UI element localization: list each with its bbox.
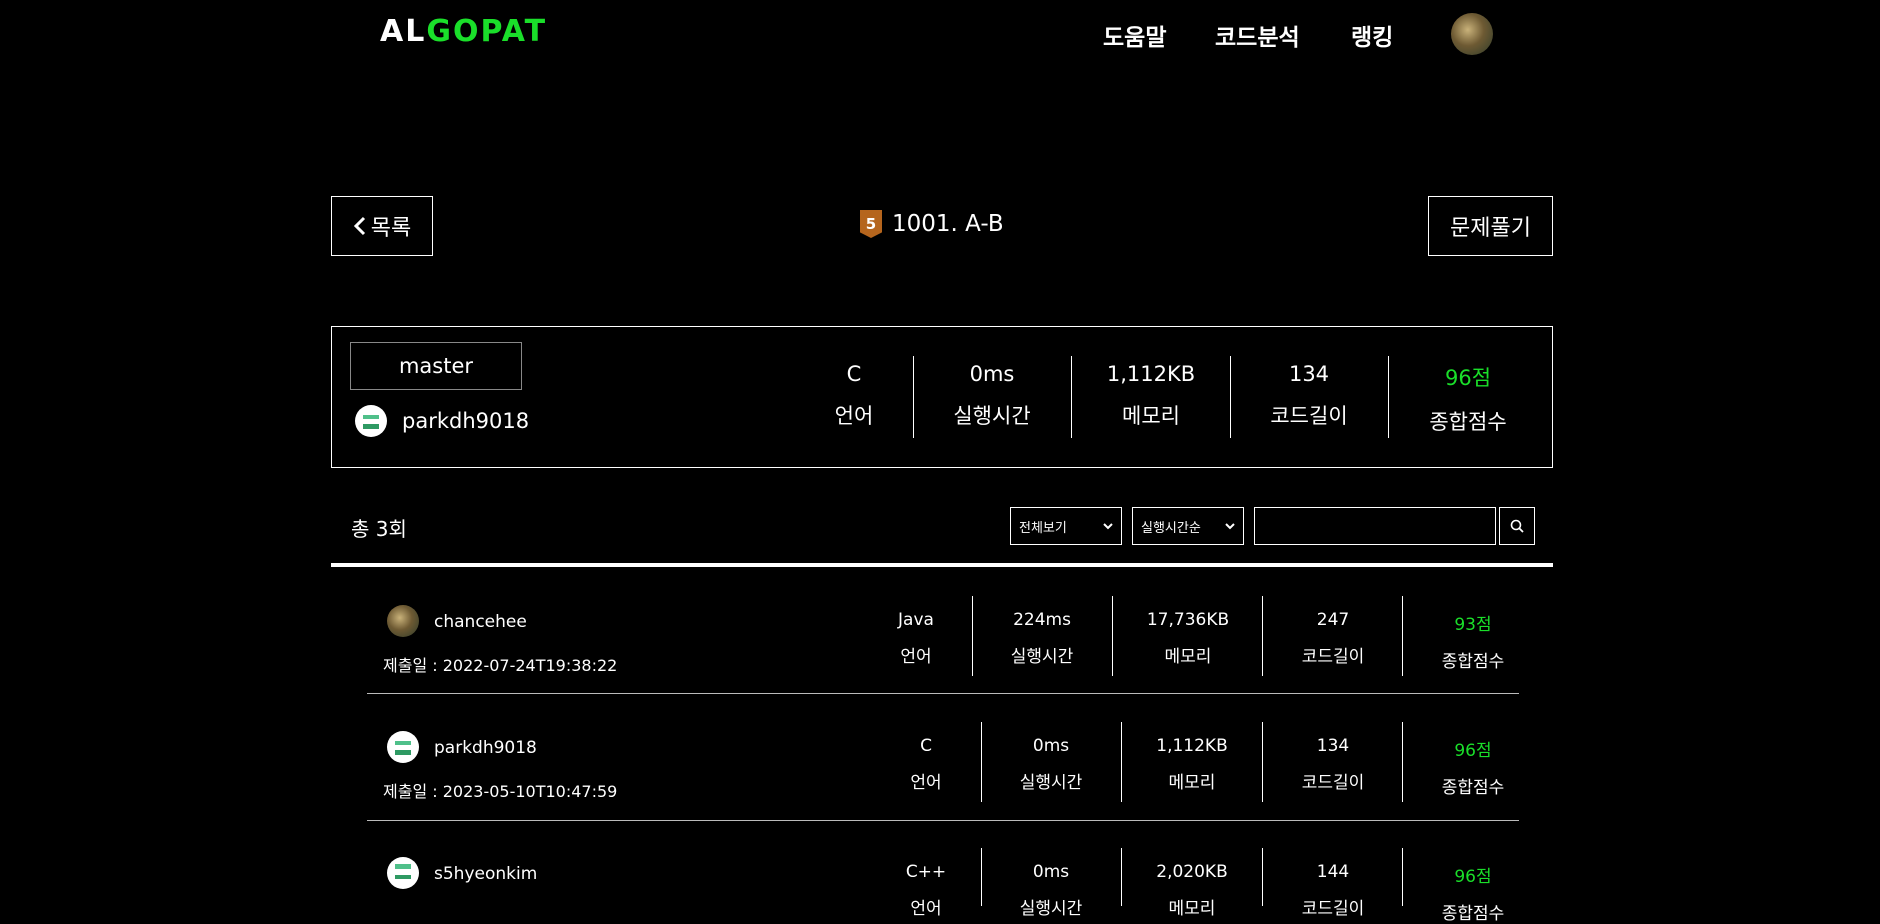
divider xyxy=(1262,848,1263,906)
divider xyxy=(1402,722,1403,802)
submission-stat: C 언어 xyxy=(910,736,942,793)
submission-date: 제출일 : 2023-05-10T10:47:59 xyxy=(383,782,618,801)
summary-username: parkdh9018 xyxy=(402,409,530,433)
view-filter-select[interactable]: 전체보기 xyxy=(1010,507,1122,545)
branch-label: master xyxy=(350,342,522,390)
submission-stat: 0ms 실행시간 xyxy=(1019,862,1083,919)
submission-stat: 96점 종합점수 xyxy=(1441,867,1505,924)
chevron-down-icon xyxy=(1103,522,1113,529)
summary-stat-language: C 언어 xyxy=(834,362,874,428)
total-count: 총 3회 xyxy=(351,517,407,541)
tier-badge-icon: 5 xyxy=(860,210,882,238)
divider xyxy=(1262,722,1263,802)
divider xyxy=(1402,596,1403,676)
submission-stat: C++ 언어 xyxy=(905,862,947,919)
summary-stat-memory: 1,112KB 메모리 xyxy=(1106,362,1196,428)
logo[interactable]: ALGOPAT xyxy=(380,14,547,49)
divider xyxy=(1388,356,1389,438)
submission-stat: 134 코드길이 xyxy=(1301,736,1365,793)
summary-stat-score: 96점 종합점수 xyxy=(1429,366,1507,434)
divider xyxy=(981,722,982,802)
divider xyxy=(1112,596,1113,676)
submission-stat: 0ms 실행시간 xyxy=(1019,736,1083,793)
back-to-list-button[interactable]: 목록 xyxy=(331,196,433,256)
submission-stat: 247 코드길이 xyxy=(1301,610,1365,667)
row-divider xyxy=(367,693,1519,694)
chevron-down-icon xyxy=(1225,522,1235,529)
list-top-border xyxy=(331,563,1553,567)
submission-stat: 1,112KB 메모리 xyxy=(1156,736,1228,793)
nav-ranking[interactable]: 랭킹 xyxy=(1351,18,1393,52)
chevron-left-icon xyxy=(353,216,365,236)
divider xyxy=(1121,848,1122,906)
divider xyxy=(981,848,982,906)
problem-title: 1001. A-B xyxy=(892,211,1004,237)
profile-avatar[interactable] xyxy=(1451,13,1493,55)
search-button[interactable] xyxy=(1499,507,1535,545)
solve-problem-button[interactable]: 문제풀기 xyxy=(1428,196,1553,256)
submission-stat: 2,020KB 메모리 xyxy=(1156,862,1228,919)
submission-stat: 17,736KB 메모리 xyxy=(1146,610,1230,667)
summary-stat-code-length: 134 코드길이 xyxy=(1270,362,1348,428)
submission-username[interactable]: s5hyeonkim xyxy=(434,864,537,884)
submission-username[interactable]: chancehee xyxy=(434,612,527,632)
submission-date: 제출일 : 2022-07-24T19:38:22 xyxy=(383,656,618,675)
user-avatar xyxy=(387,605,419,637)
divider xyxy=(1071,356,1072,438)
divider xyxy=(913,356,914,438)
divider xyxy=(1121,722,1122,802)
submission-stat: 224ms 실행시간 xyxy=(1010,610,1074,667)
nav-help[interactable]: 도움말 xyxy=(1103,18,1166,52)
summary-stat-runtime: 0ms 실행시간 xyxy=(953,362,1031,428)
problem-title-row: 5 1001. A-B xyxy=(860,210,1004,238)
divider xyxy=(1230,356,1231,438)
submission-stat: Java 언어 xyxy=(898,610,934,667)
search-icon xyxy=(1510,519,1524,533)
user-avatar xyxy=(387,731,419,763)
search-input[interactable] xyxy=(1254,507,1496,545)
divider xyxy=(972,596,973,676)
sort-select[interactable]: 실행시간순 xyxy=(1132,507,1244,545)
divider xyxy=(1262,596,1263,676)
nav-code-analysis[interactable]: 코드분석 xyxy=(1215,18,1300,52)
submission-stat: 96점 종합점수 xyxy=(1441,741,1505,798)
user-avatar xyxy=(355,405,387,437)
submission-stat: 144 코드길이 xyxy=(1301,862,1365,919)
submission-username[interactable]: parkdh9018 xyxy=(434,738,537,758)
back-label: 목록 xyxy=(370,216,412,241)
row-divider xyxy=(367,820,1519,821)
divider xyxy=(1402,848,1403,906)
user-avatar xyxy=(387,857,419,889)
submission-stat: 93점 종합점수 xyxy=(1441,615,1505,672)
